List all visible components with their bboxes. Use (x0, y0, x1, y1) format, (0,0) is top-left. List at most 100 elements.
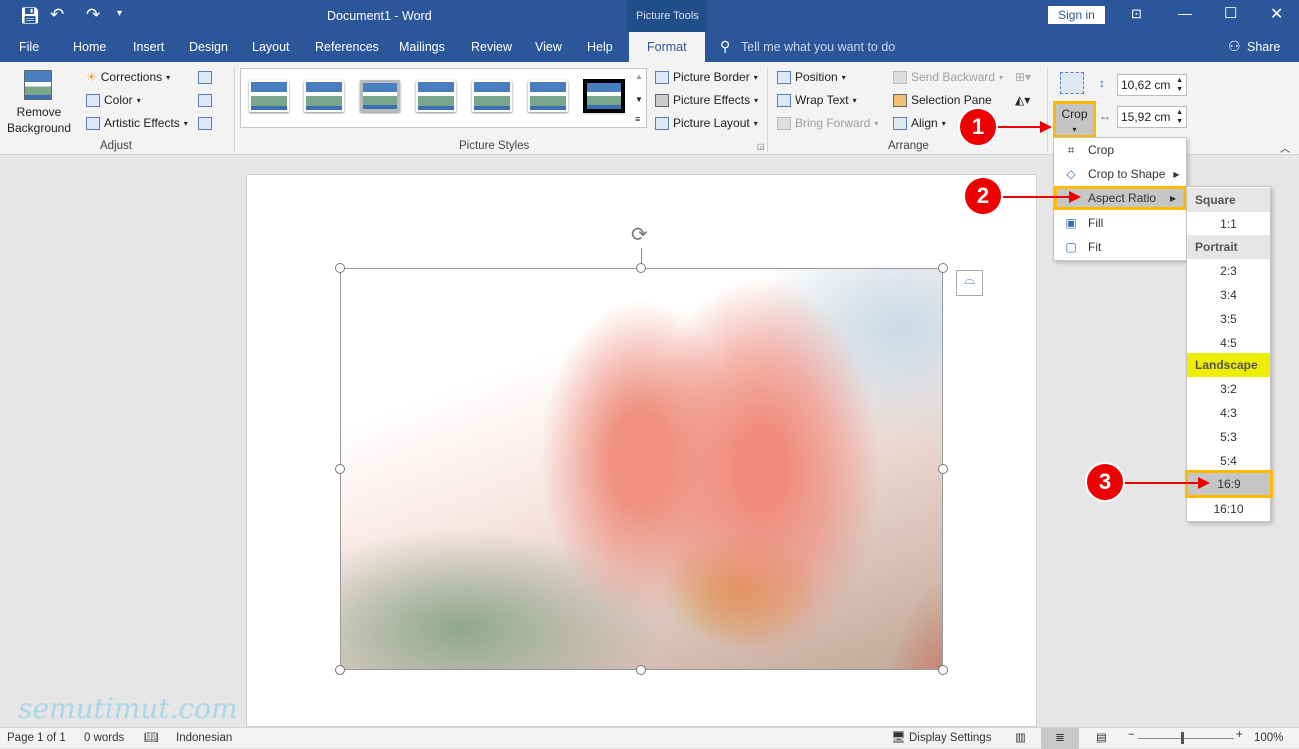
web-layout-icon[interactable]: ▤ (1096, 730, 1107, 744)
minimize-icon[interactable]: — (1178, 5, 1192, 21)
rotate-icon[interactable]: ◭▾ (1015, 93, 1030, 107)
menu-item-fill[interactable]: ▣ Fill (1054, 211, 1186, 235)
collapse-ribbon-icon[interactable]: ︿ (1280, 140, 1290, 155)
maximize-icon[interactable]: ☐ (1224, 4, 1237, 22)
position-button[interactable]: Position ▾ (777, 70, 846, 84)
selection-pane-button[interactable]: Selection Pane (893, 93, 992, 107)
remove-background-button[interactable]: Remove Background (5, 104, 73, 136)
picture-style-1[interactable] (249, 80, 289, 112)
ribbon-display-icon[interactable]: ⊡ (1131, 6, 1142, 22)
tab-format[interactable]: Format (629, 32, 705, 62)
artistic-effects-label: Artistic Effects (104, 116, 180, 130)
picture-layout-button[interactable]: Picture Layout ▾ (655, 116, 758, 130)
ratio-5-3[interactable]: 5:3 (1187, 425, 1270, 449)
customize-qat-icon[interactable]: ▾ (117, 8, 122, 19)
reset-picture-icon[interactable] (198, 117, 212, 130)
menu-item-crop[interactable]: ⌗ Crop (1054, 138, 1186, 162)
word-count[interactable]: 0 words (84, 732, 124, 744)
ratio-1-1[interactable]: 1:1 (1187, 212, 1270, 236)
crop-button[interactable]: Crop ▾ (1053, 101, 1096, 138)
print-layout-icon[interactable]: ≣ (1041, 728, 1079, 749)
zoom-level[interactable]: 100% (1254, 732, 1283, 744)
group-objects-icon[interactable]: ⊞▾ (1015, 70, 1031, 84)
resize-handle[interactable] (938, 263, 948, 273)
tab-help[interactable]: Help (587, 40, 613, 54)
close-icon[interactable]: ✕ (1270, 4, 1283, 24)
corrections-button[interactable]: ☀ Corrections ▾ (86, 70, 170, 84)
tab-file[interactable]: File (19, 40, 39, 54)
picture-style-4[interactable] (416, 80, 456, 112)
tab-review[interactable]: Review (471, 40, 512, 54)
section-square: Square (1187, 188, 1270, 212)
ratio-3-4[interactable]: 3:4 (1187, 283, 1270, 307)
gallery-more-icon[interactable]: ≡ (635, 114, 640, 124)
artistic-effects-button[interactable]: Artistic Effects ▾ (86, 116, 188, 130)
read-mode-icon[interactable]: ▥ (1015, 730, 1026, 744)
zoom-slider-thumb[interactable] (1181, 732, 1184, 744)
ratio-4-3[interactable]: 4:3 (1187, 401, 1270, 425)
tell-me-input[interactable]: Tell me what you want to do (741, 40, 895, 54)
resize-handle[interactable] (636, 263, 646, 273)
arrange-group-label: Arrange (888, 140, 929, 152)
undo-icon[interactable]: ↶ (50, 5, 64, 25)
resize-handle[interactable] (938, 665, 948, 675)
menu-label: Crop to Shape (1088, 167, 1166, 181)
tab-mailings[interactable]: Mailings (399, 40, 445, 54)
resize-handle[interactable] (335, 665, 345, 675)
menu-item-crop-to-shape[interactable]: ◇ Crop to Shape ▶ (1054, 162, 1186, 186)
wrap-text-button[interactable]: Wrap Text ▾ (777, 93, 857, 107)
picture-style-6[interactable] (528, 80, 568, 112)
share-button[interactable]: Share (1247, 40, 1280, 54)
dropdown-icon: ▾ (941, 118, 946, 128)
redo-icon[interactable]: ↷ (86, 5, 100, 25)
zoom-out-icon[interactable]: − (1128, 729, 1135, 741)
tab-references[interactable]: References (315, 40, 379, 54)
bring-forward-button[interactable]: Bring Forward ▾ (777, 116, 878, 130)
picture-style-7[interactable] (583, 79, 625, 113)
height-input[interactable]: 10,62 cm ▲ ▼ (1117, 74, 1187, 96)
display-settings-button[interactable]: Display Settings (909, 732, 991, 744)
zoom-in-icon[interactable]: + (1236, 729, 1243, 741)
proofing-icon[interactable]: 📖︎ (144, 730, 159, 744)
dropdown-icon: ▾ (753, 72, 758, 82)
align-button[interactable]: Align ▾ (893, 116, 946, 130)
layout-options-icon[interactable]: ⌓ (956, 270, 983, 296)
page-count[interactable]: Page 1 of 1 (7, 732, 66, 744)
save-icon[interactable]: 💾︎ (20, 6, 40, 26)
tab-insert[interactable]: Insert (133, 40, 164, 54)
picture-style-3[interactable] (360, 80, 400, 112)
picture-effects-button[interactable]: Picture Effects ▾ (655, 93, 758, 107)
tab-layout[interactable]: Layout (252, 40, 290, 54)
menu-item-fit[interactable]: ▢ Fit (1054, 235, 1186, 259)
compress-pictures-icon[interactable] (198, 71, 212, 84)
resize-handle[interactable] (636, 665, 646, 675)
picture-border-button[interactable]: Picture Border ▾ (655, 70, 758, 84)
tab-view[interactable]: View (535, 40, 562, 54)
sign-in-button[interactable]: Sign in (1048, 6, 1105, 24)
picture-style-2[interactable] (304, 80, 344, 112)
picture-style-5[interactable] (472, 80, 512, 112)
resize-handle[interactable] (335, 464, 345, 474)
change-picture-icon[interactable] (198, 94, 212, 107)
spinner-icon[interactable]: ▲ ▼ (1176, 76, 1183, 94)
resize-handle[interactable] (335, 263, 345, 273)
ratio-3-2[interactable]: 3:2 (1187, 377, 1270, 401)
zoom-slider[interactable] (1138, 738, 1234, 739)
rotate-handle-icon[interactable]: ⟳ (631, 222, 648, 247)
color-button[interactable]: Color ▾ (86, 93, 141, 107)
dialog-launcher-icon[interactable]: ◲ (757, 142, 765, 151)
width-input[interactable]: 15,92 cm ▲ ▼ (1117, 106, 1187, 128)
ratio-4-5[interactable]: 4:5 (1187, 331, 1270, 355)
gallery-up-icon[interactable]: ▲ (635, 72, 643, 81)
send-backward-button[interactable]: Send Backward ▾ (893, 70, 1003, 84)
spinner-icon[interactable]: ▲ ▼ (1176, 108, 1183, 126)
tulip-picture[interactable] (340, 268, 943, 670)
ratio-3-5[interactable]: 3:5 (1187, 307, 1270, 331)
language[interactable]: Indonesian (176, 732, 232, 744)
ratio-2-3[interactable]: 2:3 (1187, 259, 1270, 283)
tab-design[interactable]: Design (189, 40, 228, 54)
ratio-16-10[interactable]: 16:10 (1187, 497, 1270, 521)
gallery-down-icon[interactable]: ▼ (635, 95, 643, 104)
resize-handle[interactable] (938, 464, 948, 474)
tab-home[interactable]: Home (73, 40, 106, 54)
